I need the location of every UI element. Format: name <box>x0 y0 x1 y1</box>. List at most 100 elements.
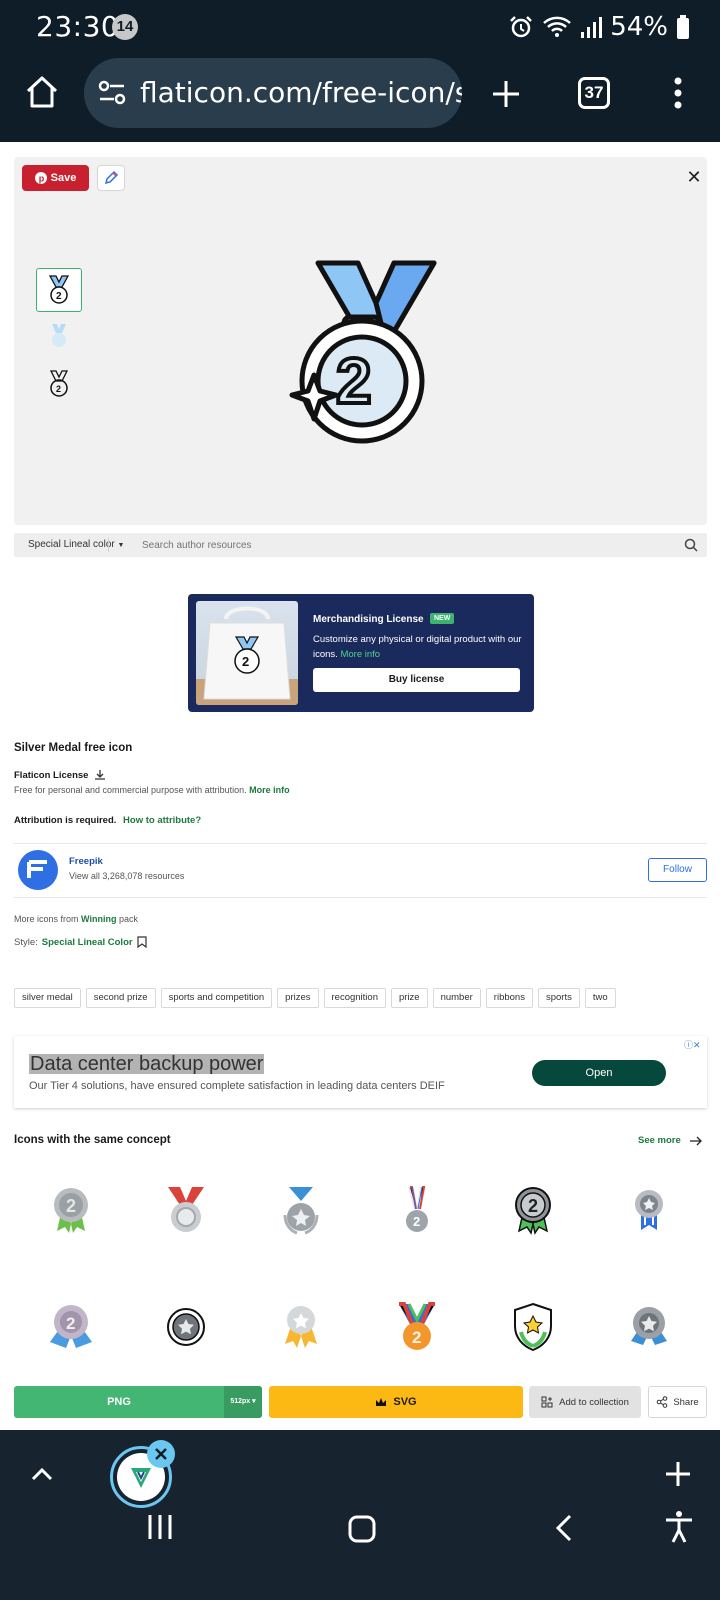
style-dropdown[interactable]: Special Lineal color ▼ <box>28 539 124 550</box>
close-icon <box>155 1448 167 1460</box>
green-ribbon-medal-icon: 2 <box>54 1188 88 1233</box>
ad-choices-icon[interactable]: ⓘ✕ <box>684 1038 701 1051</box>
follow-button[interactable]: Follow <box>648 858 707 882</box>
related-icon-1[interactable]: 2 <box>41 1180 101 1240</box>
style-link[interactable]: Special Lineal Color <box>42 937 133 948</box>
yellow-ribbon-medal-icon <box>285 1306 317 1348</box>
tab-switcher-button[interactable]: 37 <box>578 77 610 109</box>
svg-text:2: 2 <box>412 1328 421 1347</box>
svg-text:p: p <box>38 174 44 184</box>
recent-apps-icon[interactable] <box>146 1513 174 1541</box>
related-icon-4[interactable]: 2 <box>387 1180 447 1240</box>
thumbnail-flat[interactable] <box>36 314 82 358</box>
related-icon-12[interactable] <box>619 1297 679 1357</box>
tag-item[interactable]: two <box>584 988 616 1008</box>
svg-text:2: 2 <box>242 654 249 669</box>
related-icon-9[interactable] <box>271 1297 331 1357</box>
black-star-coin-icon <box>167 1308 205 1346</box>
ad-open-button[interactable]: Open <box>532 1060 666 1086</box>
svg-text:2: 2 <box>56 384 61 394</box>
rosette-blue-ribbon-icon <box>635 1190 663 1230</box>
svg-text:2: 2 <box>66 1196 76 1216</box>
download-icon[interactable] <box>94 769 106 781</box>
download-png-button[interactable]: PNG 512px ▾ <box>14 1386 262 1418</box>
tag-item[interactable]: silver medal <box>14 988 81 1008</box>
site-settings-icon[interactable] <box>98 80 126 106</box>
tag-item[interactable]: second prize <box>85 988 156 1008</box>
accessibility-icon[interactable] <box>664 1510 694 1544</box>
tag-item[interactable]: sports and competition <box>160 988 273 1008</box>
tag-item[interactable]: recognition <box>323 988 386 1008</box>
author-resources-link[interactable]: View all 3,268,078 resources <box>69 871 184 881</box>
address-bar[interactable]: flaticon.com/free-icon/si <box>84 58 462 128</box>
share-button[interactable]: Share <box>648 1386 707 1418</box>
how-to-attribute-link[interactable]: How to attribute? <box>123 815 201 826</box>
related-icon-5[interactable]: 2 <box>503 1180 563 1240</box>
tote-bag-icon: 2 <box>196 606 298 705</box>
related-icon-10[interactable]: 2 <box>387 1297 447 1357</box>
chevron-down-icon: ▼ <box>117 542 125 549</box>
attribution-text: Attribution is required. <box>14 815 117 826</box>
related-icon-11[interactable] <box>503 1297 563 1357</box>
license-description-text: Free for personal and commercial purpose… <box>14 785 247 795</box>
shield-v-icon <box>131 1468 151 1488</box>
freepik-logo-icon <box>27 860 47 878</box>
advertisement[interactable]: Data center backup power Our Tier 4 solu… <box>14 1036 707 1108</box>
related-icon-8[interactable] <box>156 1297 216 1357</box>
shield-laurel-star-icon <box>514 1302 552 1352</box>
related-icon-6[interactable] <box>619 1180 679 1240</box>
related-icon-2[interactable] <box>156 1180 216 1240</box>
home-icon[interactable] <box>24 74 60 110</box>
related-icon-7[interactable]: 2 <box>41 1297 101 1357</box>
author-name[interactable]: Freepik <box>69 856 103 867</box>
purple-rosette-icon: 2 <box>50 1305 92 1348</box>
striped-ribbon-medal-icon: 2 <box>406 1186 428 1232</box>
home-button-icon[interactable] <box>347 1514 377 1544</box>
bookmark-icon[interactable] <box>136 936 147 948</box>
chevron-up-icon[interactable] <box>30 1466 54 1482</box>
merchandising-banner[interactable]: 2 Merchandising License NEW Customize an… <box>188 594 534 712</box>
crown-icon <box>376 1398 387 1406</box>
plus-icon[interactable] <box>664 1460 692 1488</box>
ad-description: Our Tier 4 solutions, have ensured compl… <box>29 1080 445 1092</box>
license-more-info-link[interactable]: More info <box>249 785 290 795</box>
merch-description: Customize any physical or digital produc… <box>313 632 523 662</box>
add-to-collection-button[interactable]: Add to collection <box>529 1386 641 1418</box>
clock: 23:30 <box>36 10 120 43</box>
merch-title: Merchandising License <box>313 614 424 625</box>
ad-title[interactable]: Data center backup power <box>29 1054 265 1074</box>
url-text[interactable]: flaticon.com/free-icon/si <box>140 76 462 109</box>
search-author-input[interactable] <box>142 536 662 554</box>
more-menu-icon[interactable] <box>668 76 688 110</box>
close-icon[interactable]: ✕ <box>684 167 704 187</box>
pinterest-save-button[interactable]: p Save <box>22 165 89 191</box>
divider <box>108 538 109 552</box>
tag-item[interactable]: prizes <box>277 988 319 1008</box>
tag-item[interactable]: ribbons <box>485 988 533 1008</box>
author-avatar[interactable] <box>18 850 58 890</box>
merch-more-info-link[interactable]: More info <box>340 649 380 660</box>
see-more-link[interactable]: See more <box>638 1135 703 1146</box>
edit-icon-button[interactable] <box>97 165 125 191</box>
tag-item[interactable]: sports <box>537 988 580 1008</box>
close-bubble-icon[interactable] <box>147 1440 175 1468</box>
new-tab-icon[interactable] <box>490 78 522 110</box>
svg-label: SVG <box>393 1396 417 1408</box>
related-icon-3[interactable] <box>271 1180 331 1240</box>
divider <box>14 897 707 898</box>
tag-list: silver medal second prize sports and compe… <box>14 988 616 1008</box>
tag-item[interactable]: prize <box>390 988 428 1008</box>
pinterest-icon: p <box>34 172 47 184</box>
search-icon[interactable] <box>684 538 698 552</box>
back-icon[interactable] <box>554 1513 574 1543</box>
pack-link[interactable]: Winning <box>81 914 116 924</box>
png-size-dropdown[interactable]: 512px ▾ <box>224 1386 262 1418</box>
notification-count-badge: 14 <box>112 14 138 40</box>
buy-license-button[interactable]: Buy license <box>313 668 520 692</box>
battery-percent: 54% <box>610 12 668 42</box>
download-action-bar: PNG 512px ▾ SVG Add to collection Share <box>0 1380 720 1424</box>
download-svg-button[interactable]: SVG <box>269 1386 523 1418</box>
thumbnail-lineal-color[interactable]: 2 <box>36 268 82 312</box>
tag-item[interactable]: number <box>432 988 481 1008</box>
thumbnail-lineal[interactable]: 2 <box>36 362 82 406</box>
